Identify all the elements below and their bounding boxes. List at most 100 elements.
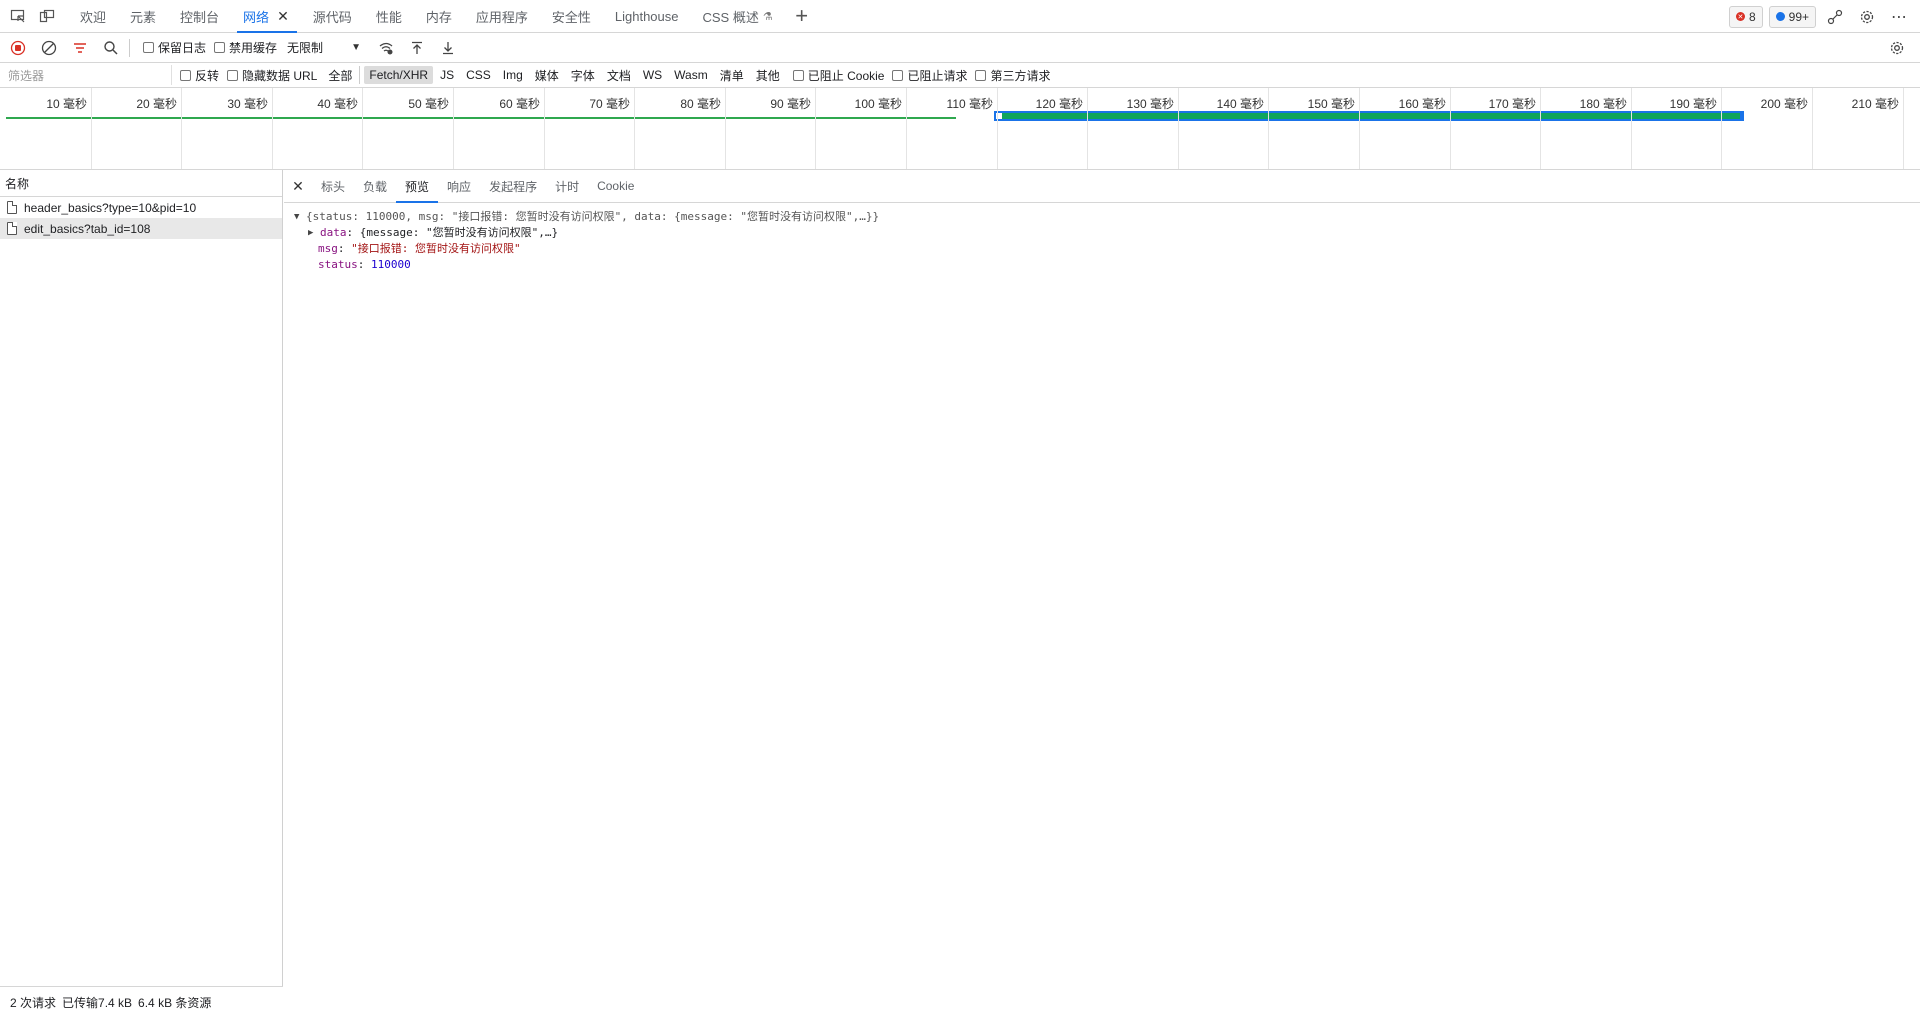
type-filter-css[interactable]: CSS bbox=[461, 66, 496, 84]
tab-response[interactable]: 响应 bbox=[438, 170, 480, 203]
request-row-edit-basics[interactable]: edit_basics?tab_id=108 bbox=[0, 218, 282, 239]
timeline-tick-label: 40 毫秒 bbox=[317, 97, 358, 111]
checkbox-box[interactable] bbox=[792, 69, 804, 81]
network-conditions-wifi-icon[interactable] bbox=[373, 35, 399, 61]
type-filter-ws[interactable]: WS bbox=[638, 66, 667, 84]
third-party-label: 第三方请求 bbox=[990, 68, 1051, 83]
name-column-header[interactable]: 名称 bbox=[0, 170, 282, 197]
tab-label: 元素 bbox=[130, 9, 157, 25]
type-filter-font[interactable]: 字体 bbox=[566, 65, 600, 86]
tab-headers[interactable]: 标头 bbox=[312, 170, 354, 203]
network-settings-gear-icon[interactable] bbox=[1884, 35, 1910, 61]
more-options-icon[interactable]: ⋯ bbox=[1886, 4, 1912, 30]
timeline-tick-label: 190 毫秒 bbox=[1669, 97, 1717, 111]
type-filter-other[interactable]: 其他 bbox=[751, 65, 785, 86]
tab-lighthouse[interactable]: Lighthouse bbox=[603, 0, 691, 33]
timeline-tick-label: 90 毫秒 bbox=[770, 97, 811, 111]
tab-sources[interactable]: 源代码 bbox=[301, 0, 364, 33]
timeline-tick-label: 170 毫秒 bbox=[1488, 97, 1536, 111]
type-filter-doc[interactable]: 文档 bbox=[602, 65, 636, 86]
tab-cookies[interactable]: Cookie bbox=[588, 170, 643, 203]
search-icon[interactable] bbox=[98, 35, 124, 61]
inspect-element-icon[interactable] bbox=[7, 5, 29, 27]
tab-timing[interactable]: 计时 bbox=[546, 170, 588, 203]
checkbox-box[interactable] bbox=[227, 69, 239, 81]
tab-label: 网络 bbox=[243, 9, 270, 25]
json-status-row: status: 110000 bbox=[294, 257, 1920, 273]
json-root-row[interactable]: ▼ {status: 110000, msg: "接口报错: 您暂时没有访问权限… bbox=[294, 209, 1920, 225]
issue-icon bbox=[1775, 12, 1785, 21]
filter-icon[interactable] bbox=[67, 35, 93, 61]
expanded-triangle-icon[interactable]: ▼ bbox=[294, 209, 306, 225]
tab-preview[interactable]: 预览 bbox=[396, 170, 439, 203]
tab-security[interactable]: 安全性 bbox=[540, 0, 603, 33]
json-msg-row: msg: "接口报错: 您暂时没有访问权限" bbox=[294, 241, 1920, 257]
clear-icon[interactable] bbox=[36, 35, 62, 61]
timeline-tick-label: 30 毫秒 bbox=[227, 97, 268, 111]
checkbox-box[interactable] bbox=[214, 42, 226, 53]
tab-memory[interactable]: 内存 bbox=[414, 0, 464, 33]
blocked-cookies-checkbox[interactable]: 已阻止 Cookie bbox=[792, 67, 885, 84]
preserve-log-checkbox[interactable]: 保留日志 bbox=[143, 39, 206, 56]
record-stop-icon[interactable] bbox=[5, 35, 31, 61]
request-detail-panel: ✕ 标头 负载 预览 响应 发起程序 计时 Cookie ▼ {status: … bbox=[284, 170, 1920, 1017]
tab-performance[interactable]: 性能 bbox=[364, 0, 414, 33]
tab-label: 性能 bbox=[375, 9, 402, 25]
request-name: edit_basics?tab_id=108 bbox=[24, 221, 151, 236]
export-har-download-icon[interactable] bbox=[435, 35, 461, 61]
request-name: header_basics?type=10&pid=10 bbox=[24, 200, 197, 215]
network-timeline-overview[interactable]: 10 毫秒 20 毫秒 30 毫秒 40 毫秒 50 毫秒 60 毫秒 70 毫秒 80 毫秒… bbox=[0, 88, 1920, 170]
hide-data-urls-checkbox[interactable]: 隐藏数据 URL bbox=[227, 67, 317, 84]
timeline-tick-label: 50 毫秒 bbox=[408, 97, 449, 111]
blocked-requests-checkbox[interactable]: 已阻止请求 bbox=[892, 67, 967, 84]
experiment-flask-icon: ⚗ bbox=[762, 10, 773, 23]
import-har-upload-icon[interactable] bbox=[404, 35, 430, 61]
tab-elements[interactable]: 元素 bbox=[118, 0, 168, 33]
error-count-badge[interactable]: ✕ 8 bbox=[1728, 5, 1763, 28]
timeline-tick-label: 160 毫秒 bbox=[1398, 97, 1446, 111]
request-count: 2 次请求 bbox=[10, 995, 57, 1010]
timeline-tick-label: 150 毫秒 bbox=[1307, 97, 1355, 111]
disable-cache-checkbox[interactable]: 禁用缓存 bbox=[214, 39, 277, 56]
tab-initiator[interactable]: 发起程序 bbox=[480, 170, 546, 203]
third-party-checkbox[interactable]: 第三方请求 bbox=[975, 67, 1051, 84]
filter-input[interactable]: 筛选器 bbox=[4, 65, 172, 85]
tab-label: 负载 bbox=[363, 179, 388, 194]
checkbox-box[interactable] bbox=[180, 69, 191, 81]
json-colon: : bbox=[357, 258, 371, 271]
tab-label: 发起程序 bbox=[489, 179, 538, 194]
json-data-row[interactable]: ▶ data: {message: "您暂时没有访问权限",…} bbox=[294, 225, 1920, 241]
tab-welcome[interactable]: 欢迎 bbox=[68, 0, 118, 33]
add-panel-plus-icon[interactable]: + bbox=[789, 3, 815, 29]
type-filter-js[interactable]: JS bbox=[435, 66, 459, 84]
tab-css-overview[interactable]: CSS 概述 ⚗ bbox=[691, 0, 785, 33]
device-emulation-icon[interactable] bbox=[36, 5, 58, 27]
type-filter-fetch-xhr[interactable]: Fetch/XHR bbox=[364, 66, 434, 84]
timeline-tick-label: 120 毫秒 bbox=[1035, 97, 1083, 111]
close-detail-icon[interactable]: ✕ bbox=[284, 178, 312, 195]
settings-gear-icon[interactable] bbox=[1854, 4, 1880, 30]
type-filter-img[interactable]: Img bbox=[498, 66, 528, 84]
throttling-select[interactable]: 无限制 ▼ bbox=[287, 39, 361, 56]
issue-count-badge[interactable]: 99+ bbox=[1768, 5, 1816, 28]
timeline-tick-label: 210 毫秒 bbox=[1851, 97, 1899, 111]
type-filter-wasm[interactable]: Wasm bbox=[669, 66, 713, 84]
checkbox-box[interactable] bbox=[143, 42, 154, 53]
tab-payload[interactable]: 负载 bbox=[354, 170, 396, 203]
close-icon[interactable]: ✕ bbox=[277, 8, 289, 25]
type-filter-manifest[interactable]: 清单 bbox=[715, 65, 749, 86]
checkbox-box[interactable] bbox=[892, 69, 904, 81]
error-icon: ✕ bbox=[1735, 12, 1745, 21]
tab-application[interactable]: 应用程序 bbox=[464, 0, 540, 33]
checkbox-box[interactable] bbox=[975, 69, 987, 81]
collapsed-triangle-icon[interactable]: ▶ bbox=[308, 225, 320, 241]
blocked-cookies-label: 已阻止 Cookie bbox=[807, 68, 885, 83]
type-filter-media[interactable]: 媒体 bbox=[530, 65, 564, 86]
tab-console[interactable]: 控制台 bbox=[168, 0, 231, 33]
type-filter-all[interactable]: 全部 bbox=[323, 65, 357, 86]
tab-network[interactable]: 网络 ✕ bbox=[231, 0, 301, 33]
invert-checkbox[interactable]: 反转 bbox=[180, 67, 219, 84]
request-row-header-basics[interactable]: header_basics?type=10&pid=10 bbox=[0, 197, 282, 218]
resources-size: 6.4 kB 条资源 bbox=[138, 995, 212, 1010]
connect-devices-icon[interactable] bbox=[1822, 4, 1848, 30]
